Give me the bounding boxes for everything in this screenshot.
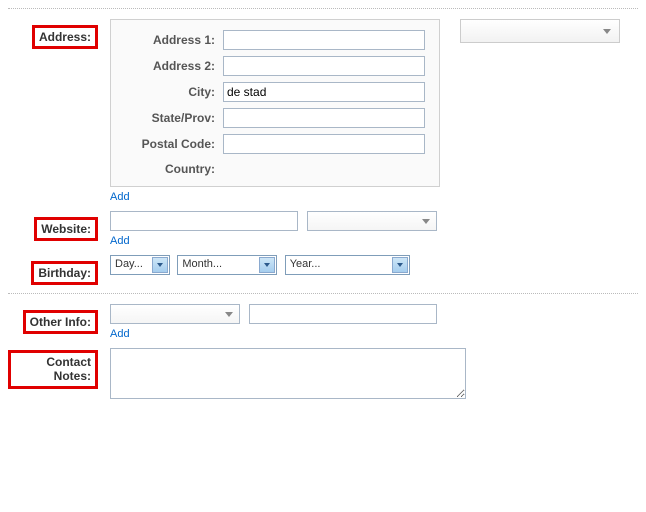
country-label: Country:	[115, 160, 223, 176]
postal-label: Postal Code:	[115, 137, 223, 151]
address-panel: Address 1: Address 2: City: State/Prov: …	[110, 19, 440, 187]
address-section-label: Address:	[32, 25, 98, 49]
divider	[8, 293, 638, 294]
divider	[8, 8, 638, 9]
chevron-down-icon	[259, 257, 275, 273]
address1-input[interactable]	[223, 30, 425, 50]
birthday-year-select[interactable]: Year...	[285, 255, 410, 275]
state-label: State/Prov:	[115, 111, 223, 125]
birthday-month-select[interactable]: Month...	[177, 255, 277, 275]
city-label: City:	[115, 85, 223, 99]
birthday-year-value: Year...	[290, 258, 321, 270]
address-add-link[interactable]: Add	[110, 191, 130, 203]
state-input[interactable]	[223, 108, 425, 128]
other-info-add-link[interactable]: Add	[110, 328, 130, 340]
website-url-input[interactable]	[110, 211, 298, 231]
website-add-link[interactable]: Add	[110, 235, 130, 247]
birthday-month-value: Month...	[182, 258, 222, 270]
other-info-type-select[interactable]	[110, 304, 240, 324]
section-birthday: Birthday: Day... Month... Year...	[8, 255, 638, 285]
other-info-section-label: Other Info:	[23, 310, 98, 334]
contact-notes-section-label: Contact Notes:	[8, 350, 98, 389]
contact-notes-textarea[interactable]	[110, 348, 466, 399]
birthday-section-label: Birthday:	[31, 261, 98, 285]
other-info-value-input[interactable]	[249, 304, 437, 324]
website-type-select[interactable]	[307, 211, 437, 231]
section-contact-notes: Contact Notes:	[8, 348, 638, 402]
city-input[interactable]	[223, 82, 425, 102]
postal-input[interactable]	[223, 134, 425, 154]
birthday-day-value: Day...	[115, 258, 143, 270]
section-other-info: Other Info: Add	[8, 304, 638, 340]
section-website: Website: Add	[8, 211, 638, 247]
address1-label: Address 1:	[115, 33, 223, 47]
address2-label: Address 2:	[115, 59, 223, 73]
chevron-down-icon	[152, 257, 168, 273]
address2-input[interactable]	[223, 56, 425, 76]
chevron-down-icon	[392, 257, 408, 273]
address-type-select[interactable]	[460, 19, 620, 43]
website-section-label: Website:	[34, 217, 98, 241]
birthday-day-select[interactable]: Day...	[110, 255, 170, 275]
section-address: Address: Address 1: Address 2: City: Sta…	[8, 19, 638, 203]
